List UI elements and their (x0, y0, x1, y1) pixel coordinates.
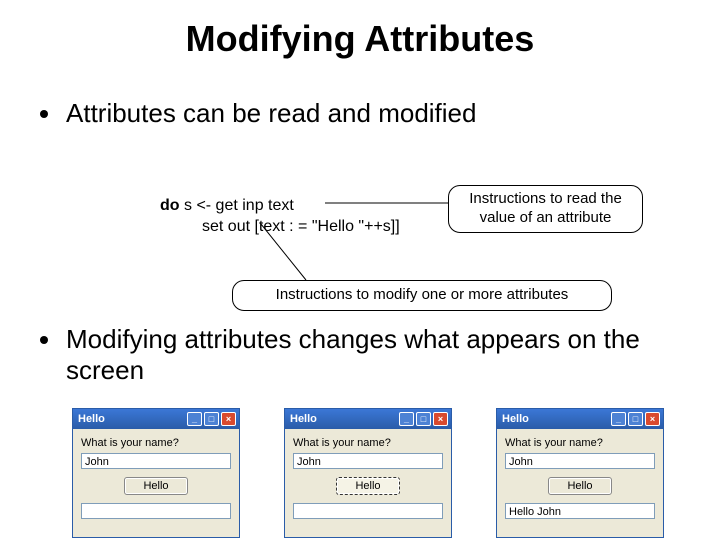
output-field[interactable] (81, 503, 231, 519)
prompt-label: What is your name? (505, 437, 655, 449)
close-button[interactable]: × (221, 412, 236, 426)
window-titlebar: Hello _ □ × (285, 409, 451, 429)
close-button[interactable]: × (433, 412, 448, 426)
minimize-button[interactable]: _ (399, 412, 414, 426)
bullet-dot-icon (40, 110, 48, 118)
hello-button[interactable]: Hello (548, 477, 611, 495)
minimize-button[interactable]: _ (187, 412, 202, 426)
output-field[interactable] (293, 503, 443, 519)
bullet-item: Attributes can be read and modified (40, 98, 720, 129)
callout-modify: Instructions to modify one or more attri… (232, 280, 612, 311)
code-keyword: do (160, 197, 180, 214)
callout-read: Instructions to read the value of an att… (448, 185, 643, 233)
window-title: Hello (76, 413, 187, 425)
code-line2: set out [text : = "Hello "++s]] (160, 217, 400, 238)
hello-button[interactable]: Hello (124, 477, 187, 495)
maximize-button[interactable]: □ (628, 412, 643, 426)
name-input[interactable]: John (293, 453, 443, 469)
bullet-text: Attributes can be read and modified (66, 98, 476, 129)
prompt-label: What is your name? (81, 437, 231, 449)
window-titlebar: Hello _ □ × (73, 409, 239, 429)
prompt-label: What is your name? (293, 437, 443, 449)
window-title: Hello (288, 413, 399, 425)
window-1: Hello _ □ × What is your name? John Hell… (72, 408, 240, 538)
window-title: Hello (500, 413, 611, 425)
bullet-item: Modifying attributes changes what appear… (40, 324, 680, 386)
window-titlebar: Hello _ □ × (497, 409, 663, 429)
code-block: do s <- get inp text set out [text : = "… (160, 196, 400, 238)
close-button[interactable]: × (645, 412, 660, 426)
name-input[interactable]: John (505, 453, 655, 469)
window-2: Hello _ □ × What is your name? John Hell… (284, 408, 452, 538)
maximize-button[interactable]: □ (416, 412, 431, 426)
hello-button[interactable]: Hello (336, 477, 399, 495)
bullet-text: Modifying attributes changes what appear… (66, 324, 680, 386)
maximize-button[interactable]: □ (204, 412, 219, 426)
code-line1: s <- get inp text (180, 197, 294, 214)
minimize-button[interactable]: _ (611, 412, 626, 426)
windows-row: Hello _ □ × What is your name? John Hell… (72, 408, 664, 538)
slide-title: Modifying Attributes (0, 18, 720, 60)
window-3: Hello _ □ × What is your name? John Hell… (496, 408, 664, 538)
output-field[interactable]: Hello John (505, 503, 655, 519)
bullet-dot-icon (40, 336, 48, 344)
name-input[interactable]: John (81, 453, 231, 469)
